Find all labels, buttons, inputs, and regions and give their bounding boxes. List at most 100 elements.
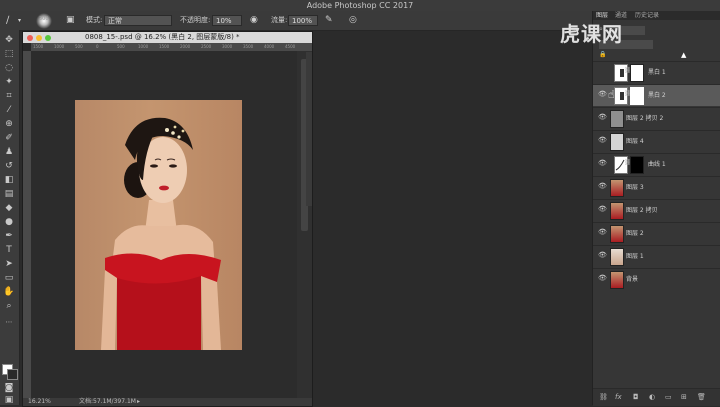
background-color-swatch[interactable] bbox=[7, 369, 18, 380]
document-tab[interactable]: 0808_15-.psd @ 16.2% (黑白 2, 图层蒙版/8) * bbox=[23, 32, 312, 43]
layers-panel: 图层 通道 历史记录 ⌕ 🔒 ▲ ⛓ 黑白 1 👁 ⛓ 黑白 2 👁 图层 2 … bbox=[592, 11, 720, 406]
move-tool-icon[interactable]: ✥ bbox=[3, 34, 15, 46]
tools-panel: ✥ ⬚ ◌ ✦ ⌗ ⁄ ⊕ ✐ ♟ ↺ ◧ ▤ ◆ ● ✒ T ➤ ▭ ✋ ⌕ … bbox=[0, 30, 20, 405]
layer-thumbnail bbox=[610, 248, 624, 266]
pressure-opacity-icon[interactable]: ◉ bbox=[250, 11, 258, 30]
layer-name: 背景 bbox=[626, 276, 639, 283]
ruler-tick: 500 bbox=[117, 44, 125, 49]
layer-name: 图层 2 bbox=[626, 230, 644, 237]
layer-mask-thumbnail[interactable] bbox=[630, 87, 644, 105]
more-tools-icon[interactable]: ⋯ bbox=[3, 316, 15, 328]
quick-mask-icon[interactable]: ◙ bbox=[3, 382, 15, 394]
layer-thumbnail bbox=[610, 133, 624, 151]
layer-name: 曲线 1 bbox=[648, 161, 666, 168]
zoom-window-button[interactable] bbox=[45, 35, 51, 41]
visibility-eye-icon[interactable]: 👁 bbox=[598, 275, 607, 282]
gradient-tool-icon[interactable]: ▤ bbox=[3, 188, 15, 200]
group-icon[interactable]: ▭ bbox=[665, 393, 672, 401]
eyedropper-tool-icon[interactable]: ⁄ bbox=[3, 104, 15, 116]
dodge-tool-icon[interactable]: ● bbox=[3, 216, 15, 228]
flow-field[interactable]: 100% bbox=[288, 15, 318, 26]
close-window-button[interactable] bbox=[27, 35, 33, 41]
adjustment-icon[interactable]: ◐ bbox=[649, 393, 655, 401]
visibility-eye-icon[interactable]: 👁 bbox=[598, 137, 607, 144]
type-tool-icon[interactable]: T bbox=[3, 244, 15, 256]
brush-tool-icon[interactable]: ∕ bbox=[6, 11, 9, 30]
crop-tool-icon[interactable]: ⌗ bbox=[3, 90, 15, 102]
layer-thumbnail bbox=[610, 202, 624, 220]
fill-slider-icon[interactable]: ▲ bbox=[681, 51, 686, 59]
brush-panel-icon[interactable]: ▣ bbox=[66, 11, 75, 30]
watermark-logo: 虎课网 bbox=[560, 22, 623, 46]
airbrush-icon[interactable]: ✎ bbox=[325, 11, 333, 30]
layer-name: 图层 1 bbox=[626, 253, 644, 260]
mode-select[interactable]: 正常 bbox=[104, 15, 172, 26]
blur-tool-icon[interactable]: ◆ bbox=[3, 202, 15, 214]
visibility-eye-icon[interactable]: 👁 bbox=[598, 91, 607, 98]
eraser-tool-icon[interactable]: ◧ bbox=[3, 174, 15, 186]
history-brush-tool-icon[interactable]: ↺ bbox=[3, 160, 15, 172]
layer-mask-thumbnail[interactable] bbox=[630, 64, 644, 82]
rectangle-tool-icon[interactable]: ▭ bbox=[3, 272, 15, 284]
visibility-eye-icon[interactable]: 👁 bbox=[598, 206, 607, 213]
horizontal-ruler: 1500 1000 500 0 500 1000 1500 2000 2500 … bbox=[31, 43, 312, 51]
ruler-tick: 3000 bbox=[222, 44, 233, 49]
document-title: 0808_15-.psd @ 16.2% (黑白 2, 图层蒙版/8) * bbox=[85, 33, 240, 41]
ruler-tick: 2500 bbox=[201, 44, 212, 49]
app-title: Adobe Photoshop CC 2017 bbox=[306, 1, 414, 10]
ruler-tick: 1000 bbox=[54, 44, 65, 49]
app-title-bar: Adobe Photoshop CC 2017 bbox=[0, 0, 720, 11]
mask-icon[interactable]: ◘ bbox=[633, 393, 639, 401]
healing-brush-tool-icon[interactable]: ⊕ bbox=[3, 118, 15, 130]
layer-thumbnail bbox=[610, 179, 624, 197]
minimize-window-button[interactable] bbox=[36, 35, 42, 41]
visibility-eye-icon[interactable]: 👁 bbox=[598, 229, 607, 236]
lock-icon[interactable]: 🔒 bbox=[599, 51, 606, 58]
link-icon[interactable]: ⛓ bbox=[599, 393, 608, 401]
layer-row[interactable]: 👁 ⛓ 曲线 1 bbox=[593, 153, 720, 175]
layer-name: 图层 2 拷贝 2 bbox=[626, 115, 664, 122]
panel-collapse-strip[interactable] bbox=[306, 52, 312, 206]
layer-row[interactable]: 👁 图层 4 bbox=[593, 130, 720, 152]
ruler-tick: 1000 bbox=[138, 44, 149, 49]
marquee-tool-icon[interactable]: ⬚ bbox=[3, 48, 15, 60]
ruler-tick: 0 bbox=[96, 44, 99, 49]
layer-row[interactable]: 👁 图层 1 bbox=[593, 245, 720, 267]
opacity-field[interactable]: 10% bbox=[212, 15, 242, 26]
pressure-size-icon[interactable]: ◎ bbox=[349, 11, 357, 30]
ruler-tick: 1500 bbox=[33, 44, 44, 49]
visibility-eye-icon[interactable]: 👁 bbox=[598, 160, 607, 167]
opacity-label: 不透明度: bbox=[180, 16, 211, 24]
ruler-tick: 3500 bbox=[243, 44, 254, 49]
visibility-eye-icon[interactable]: 👁 bbox=[598, 114, 607, 121]
layer-name: 图层 3 bbox=[626, 184, 644, 191]
layer-thumbnail bbox=[610, 110, 624, 128]
portrait-illustration bbox=[101, 117, 221, 350]
layer-row[interactable]: 👁 背景 bbox=[593, 268, 720, 290]
visibility-eye-icon[interactable]: 👁 bbox=[598, 183, 607, 190]
magic-wand-tool-icon[interactable]: ✦ bbox=[3, 76, 15, 88]
ruler-tick: 1500 bbox=[159, 44, 170, 49]
layer-row[interactable]: 👁 图层 2 拷贝 bbox=[593, 199, 720, 221]
path-selection-tool-icon[interactable]: ➤ bbox=[3, 258, 15, 270]
lasso-tool-icon[interactable]: ◌ bbox=[3, 62, 15, 74]
pen-tool-icon[interactable]: ✒ bbox=[3, 230, 15, 242]
layer-row[interactable]: 👁 图层 2 拷贝 2 bbox=[593, 107, 720, 129]
brush-tool-icon[interactable]: ✐ bbox=[3, 132, 15, 144]
new-layer-icon[interactable]: ⊞ bbox=[681, 393, 687, 401]
ruler-tick: 2000 bbox=[180, 44, 191, 49]
fx-icon[interactable]: fx bbox=[615, 393, 622, 401]
layer-row[interactable]: 👁 图层 2 bbox=[593, 222, 720, 244]
mode-label: 模式: bbox=[86, 16, 103, 24]
hand-tool-icon[interactable]: ✋ bbox=[3, 286, 15, 298]
layer-mask-thumbnail[interactable] bbox=[630, 156, 644, 174]
tool-preset-chevron-icon[interactable]: ▾ bbox=[18, 11, 21, 30]
clone-stamp-tool-icon[interactable]: ♟ bbox=[3, 146, 15, 158]
layer-row[interactable]: 👁 图层 3 bbox=[593, 176, 720, 198]
zoom-tool-icon[interactable]: ⌕ bbox=[3, 300, 15, 312]
visibility-eye-icon[interactable]: 👁 bbox=[598, 252, 607, 259]
screen-mode-icon[interactable]: ▣ bbox=[3, 394, 15, 406]
layer-name: 图层 2 拷贝 bbox=[626, 207, 658, 214]
trash-icon[interactable]: 🗑 bbox=[697, 393, 706, 401]
layer-row[interactable]: ⛓ 黑白 1 bbox=[593, 61, 720, 83]
